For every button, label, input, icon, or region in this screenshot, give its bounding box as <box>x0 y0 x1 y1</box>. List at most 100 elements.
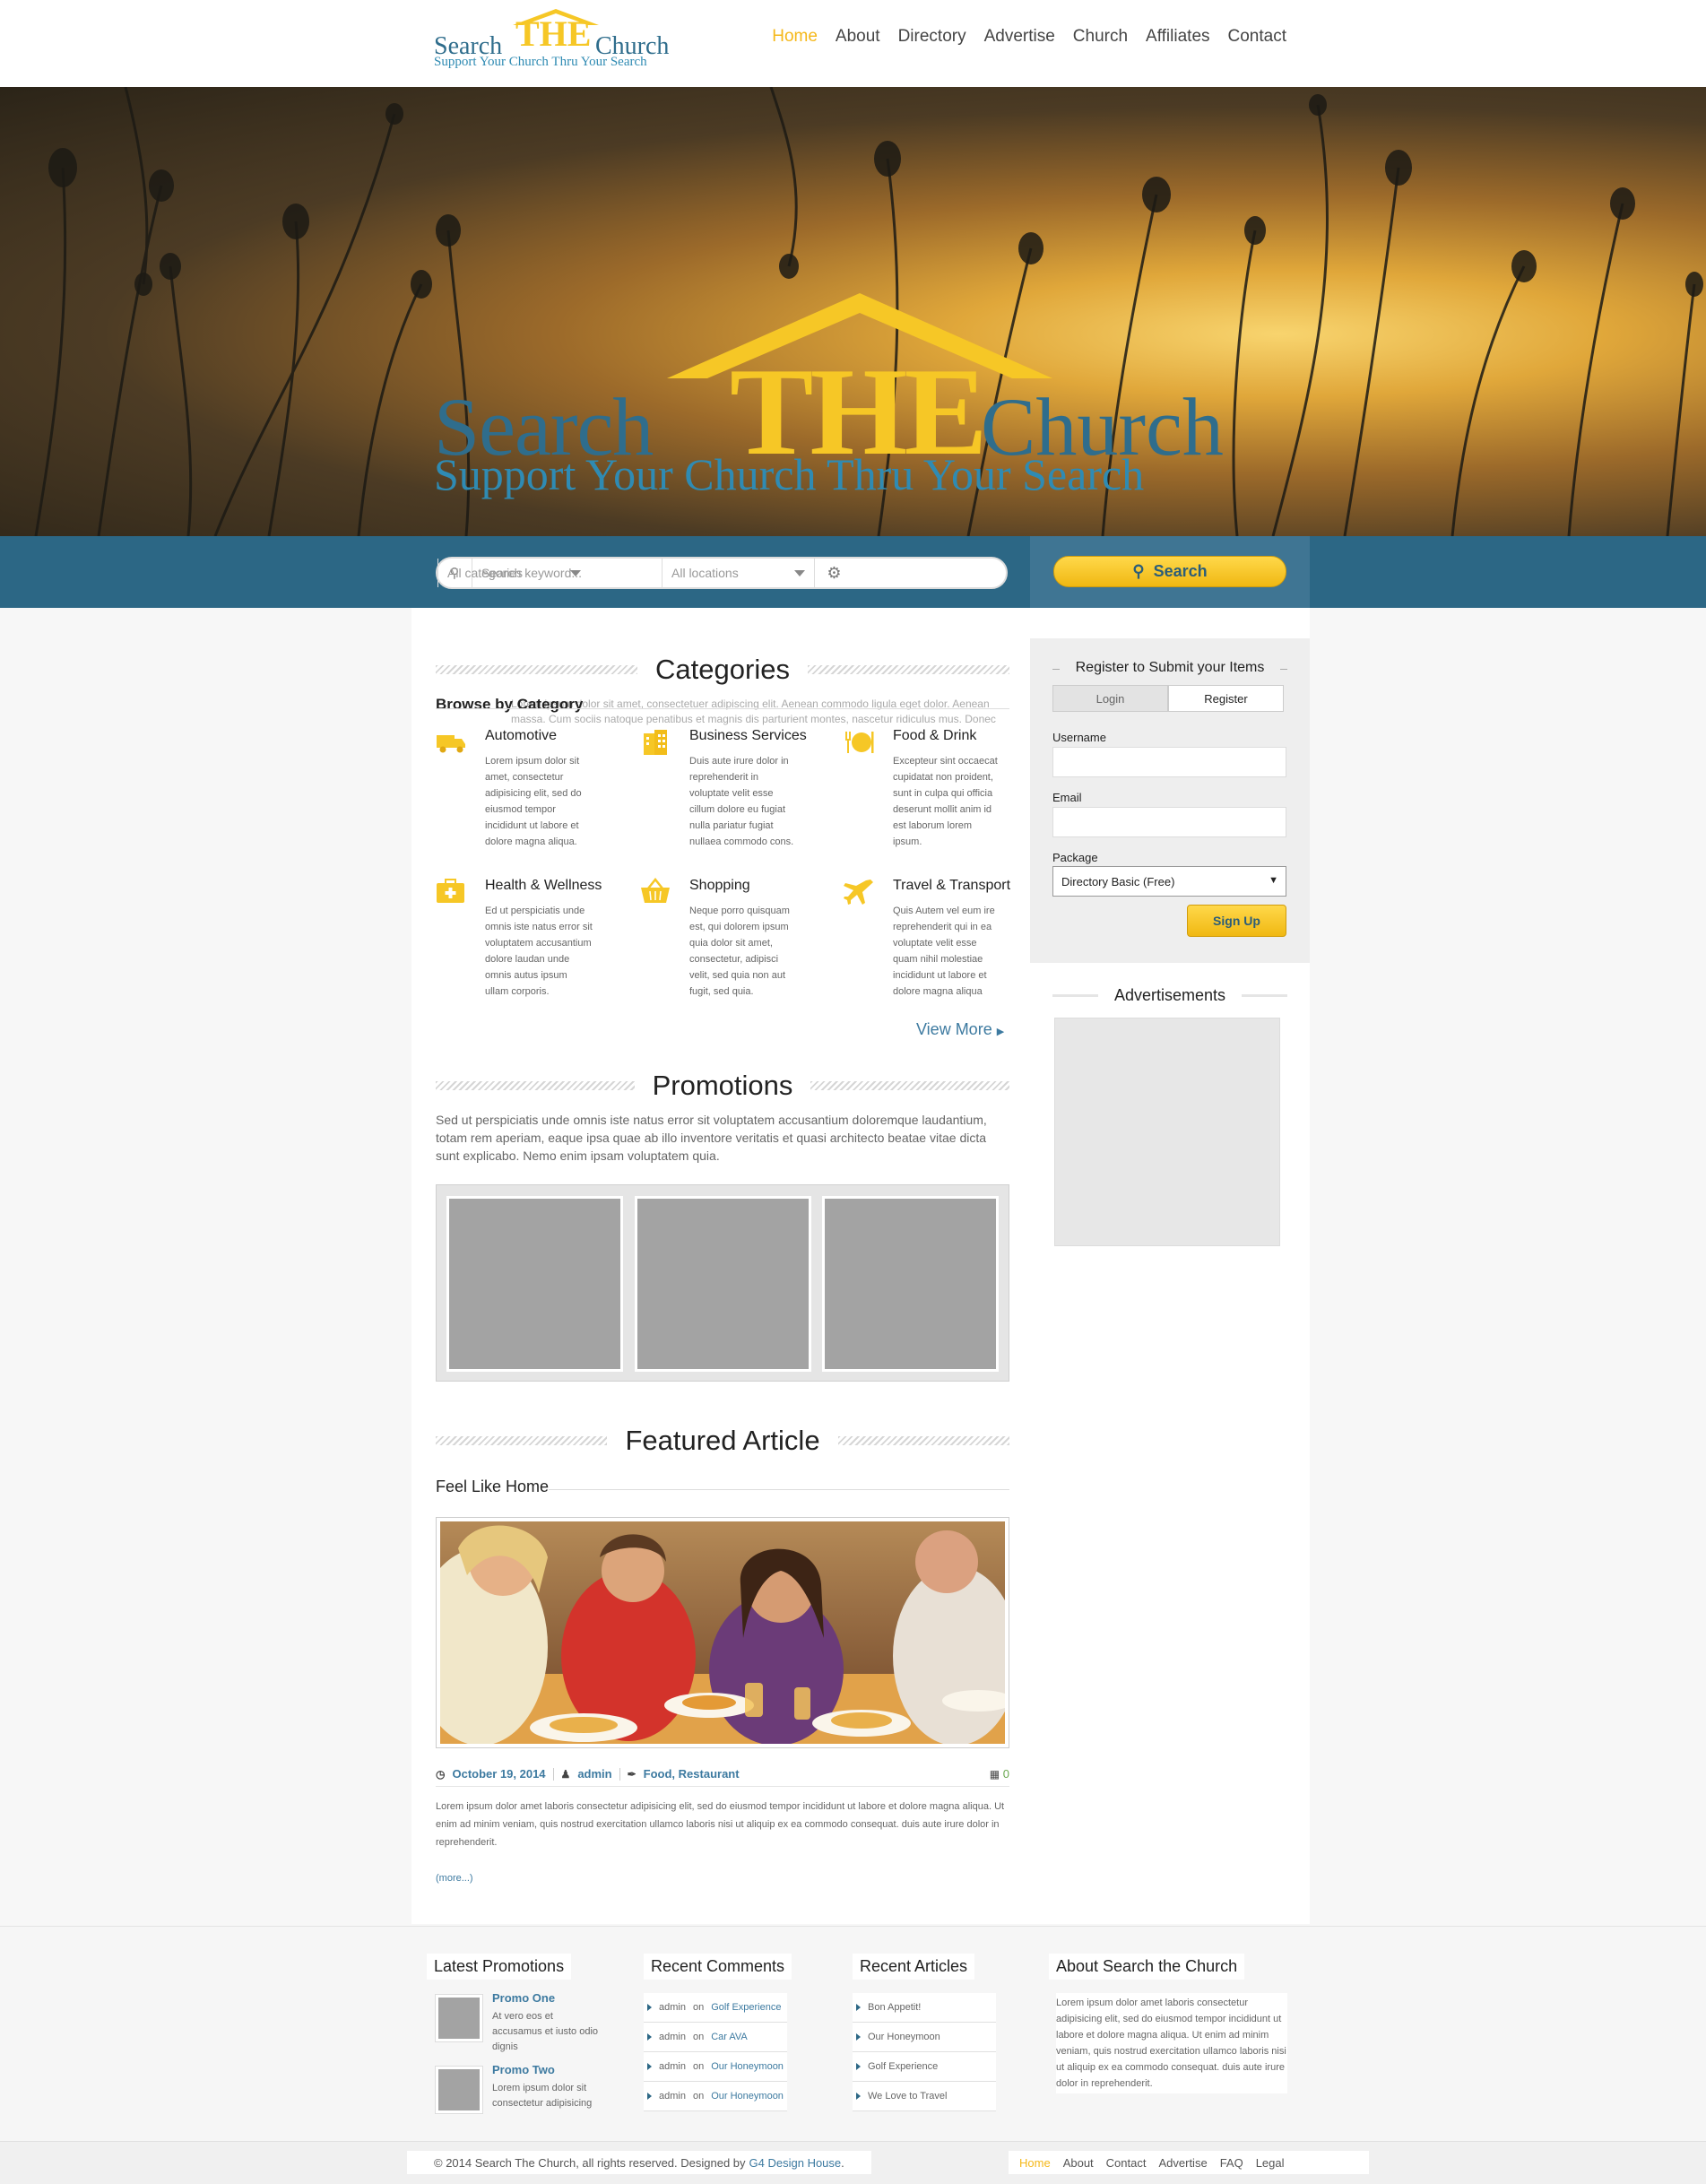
promo-image-placeholder[interactable] <box>446 1196 623 1372</box>
promo-image-placeholder[interactable] <box>635 1196 811 1372</box>
promo-title[interactable]: Promo Two <box>492 2063 555 2076</box>
username-field[interactable] <box>1052 747 1286 777</box>
email-field[interactable] <box>1052 807 1286 837</box>
article-link[interactable]: Golf Experience <box>868 2061 938 2072</box>
featured-title: Featured Article <box>625 1425 820 1456</box>
package-label: Package <box>1052 851 1098 864</box>
first-aid-icon <box>437 879 464 903</box>
promo-title[interactable]: Promo One <box>492 1991 555 2005</box>
ad-placeholder[interactable] <box>1054 1018 1280 1246</box>
category-description: Duis aute irure dolor in reprehenderit i… <box>689 756 794 847</box>
promo-image-placeholder[interactable] <box>822 1196 999 1372</box>
footer-nav-contact[interactable]: Contact <box>1106 2156 1147 2170</box>
promo-thumbnail <box>435 2066 483 2114</box>
list-item[interactable]: Bon Appetit! <box>853 1993 996 2023</box>
truck-icon <box>437 735 465 753</box>
advertisements-title: Advertisements <box>1113 985 1226 1004</box>
list-item[interactable]: Our Honeymoon <box>853 2023 996 2052</box>
article-title[interactable]: Feel Like Home <box>436 1478 549 1496</box>
recent-comments-list: admin on Golf Experience admin on Car AVA ad… <box>644 1993 787 2111</box>
divider <box>436 708 1009 709</box>
divider <box>552 1767 554 1781</box>
site-header: Search THE Church Support Your Church Th… <box>0 0 1706 87</box>
promo-description: At vero eos et accusamus et iusto odio d… <box>492 2011 599 2052</box>
search-icon: ⚲ <box>1132 562 1145 580</box>
footer-nav: Home About Contact Advertise FAQ Legal <box>1009 2151 1369 2174</box>
gear-icon[interactable]: ⚙ <box>814 559 853 587</box>
comment-post-link[interactable]: Car AVA <box>711 2032 748 2042</box>
nav-advertise[interactable]: Advertise <box>984 27 1055 47</box>
tab-register[interactable]: Register <box>1168 685 1284 712</box>
nav-home[interactable]: Home <box>772 27 818 47</box>
list-item[interactable]: We Love to Travel <box>853 2082 996 2111</box>
promotions-intro: Sed ut perspiciatis unde omnis iste natu… <box>436 1113 987 1163</box>
comment-post-link[interactable]: Golf Experience <box>711 2002 781 2013</box>
list-item: admin on Our Honeymoon <box>644 2052 787 2082</box>
nav-contact[interactable]: Contact <box>1228 27 1286 47</box>
featured-article-image[interactable] <box>436 1517 1009 1748</box>
comment-post-link[interactable]: Our Honeymoon <box>711 2061 784 2072</box>
heading-stripe <box>436 1436 608 1445</box>
about-widget: About Search the Church Lorem ipsum dolo… <box>1049 1954 1291 2093</box>
category-description: Excepteur sint occaecat cupidatat non pr… <box>893 756 998 847</box>
category-select[interactable]: All categories <box>437 559 590 587</box>
article-link[interactable]: We Love to Travel <box>868 2091 947 2102</box>
bullet-icon <box>647 2033 652 2041</box>
footer-nav-advertise[interactable]: Advertise <box>1158 2156 1207 2170</box>
category-name: Health & Wellness <box>485 878 602 893</box>
comment-count[interactable]: ▦ 0 <box>990 1767 1009 1781</box>
designer-link[interactable]: G4 Design House <box>749 2156 842 2170</box>
read-more-link[interactable]: (more...) <box>436 1873 473 1884</box>
caret-right-icon: ▶ <box>996 1027 1005 1037</box>
copyright-period: . <box>841 2155 844 2170</box>
advertisements-heading: Advertisements <box>1052 984 1287 1006</box>
comment-post-link[interactable]: Our Honeymoon <box>711 2091 784 2102</box>
location-select[interactable]: All locations <box>662 559 814 587</box>
article-tags[interactable]: Food, Restaurant <box>644 1767 740 1781</box>
tab-login[interactable]: Login <box>1052 685 1168 712</box>
nav-affiliates[interactable]: Affiliates <box>1146 27 1209 47</box>
heading-stripe <box>436 665 638 674</box>
browse-by-category: Browse by Category <box>436 696 584 713</box>
sign-up-button[interactable]: Sign Up <box>1187 905 1286 937</box>
promotions-title: Promotions <box>652 1070 793 1101</box>
email-label: Email <box>1052 791 1082 804</box>
category-description: Neque porro quisquam est, qui dolorem ip… <box>689 906 790 997</box>
comment-author: admin <box>659 2091 686 2102</box>
copyright-text: © 2014 Search The Church, all rights res… <box>434 2155 746 2170</box>
divider <box>549 1489 1009 1490</box>
promo-item[interactable]: Promo One At vero eos et accusamus et iu… <box>435 1991 615 2052</box>
copyright: © 2014 Search The Church, all rights res… <box>407 2151 871 2174</box>
footer-nav-legal[interactable]: Legal <box>1256 2156 1285 2170</box>
promo-item[interactable]: Promo Two Lorem ipsum dolor sit consecte… <box>435 2063 615 2120</box>
logo-the-text: THE <box>515 13 592 54</box>
nav-church[interactable]: Church <box>1073 27 1128 47</box>
list-item[interactable]: Golf Experience <box>853 2052 996 2082</box>
search-box: ⚲ Search keyword... All locations All ca… <box>436 557 1008 589</box>
recent-articles-list: Bon Appetit! Our Honeymoon Golf Experien… <box>853 1993 996 2111</box>
site-logo[interactable]: Search THE Church Support Your Church Th… <box>434 7 689 70</box>
featured-heading: Featured Article <box>436 1423 1010 1459</box>
view-more-link[interactable]: View More ▶ <box>916 1020 1004 1039</box>
footer-nav-home[interactable]: Home <box>1019 2156 1051 2170</box>
recent-comments-title: Recent Comments <box>644 1954 792 1980</box>
chevron-down-icon <box>794 570 805 576</box>
nav-directory[interactable]: Directory <box>898 27 966 47</box>
bullet-icon <box>856 2063 861 2070</box>
nav-about[interactable]: About <box>836 27 880 47</box>
bullet-icon <box>856 2033 861 2041</box>
footer-nav-about[interactable]: About <box>1063 2156 1094 2170</box>
search-button[interactable]: ⚲ Search <box>1053 556 1286 587</box>
package-select[interactable]: Directory Basic (Free) ▼ <box>1052 866 1286 897</box>
article-date[interactable]: October 19, 2014 <box>452 1767 545 1781</box>
footer-nav-faq[interactable]: FAQ <box>1220 2156 1243 2170</box>
hero-logo: Search THE Church Support Your Church Th… <box>434 293 1290 508</box>
category-name: Shopping <box>689 878 750 893</box>
recent-articles-widget: Recent Articles Bon Appetit! Our Honeymo… <box>853 1954 1005 2111</box>
divider <box>1242 993 1287 997</box>
promotions-heading: Promotions <box>436 1068 1010 1104</box>
article-author[interactable]: admin <box>577 1767 611 1781</box>
category-name: Automotive <box>485 728 558 743</box>
article-link[interactable]: Our Honeymoon <box>868 2032 940 2042</box>
article-link[interactable]: Bon Appetit! <box>868 2002 921 2013</box>
